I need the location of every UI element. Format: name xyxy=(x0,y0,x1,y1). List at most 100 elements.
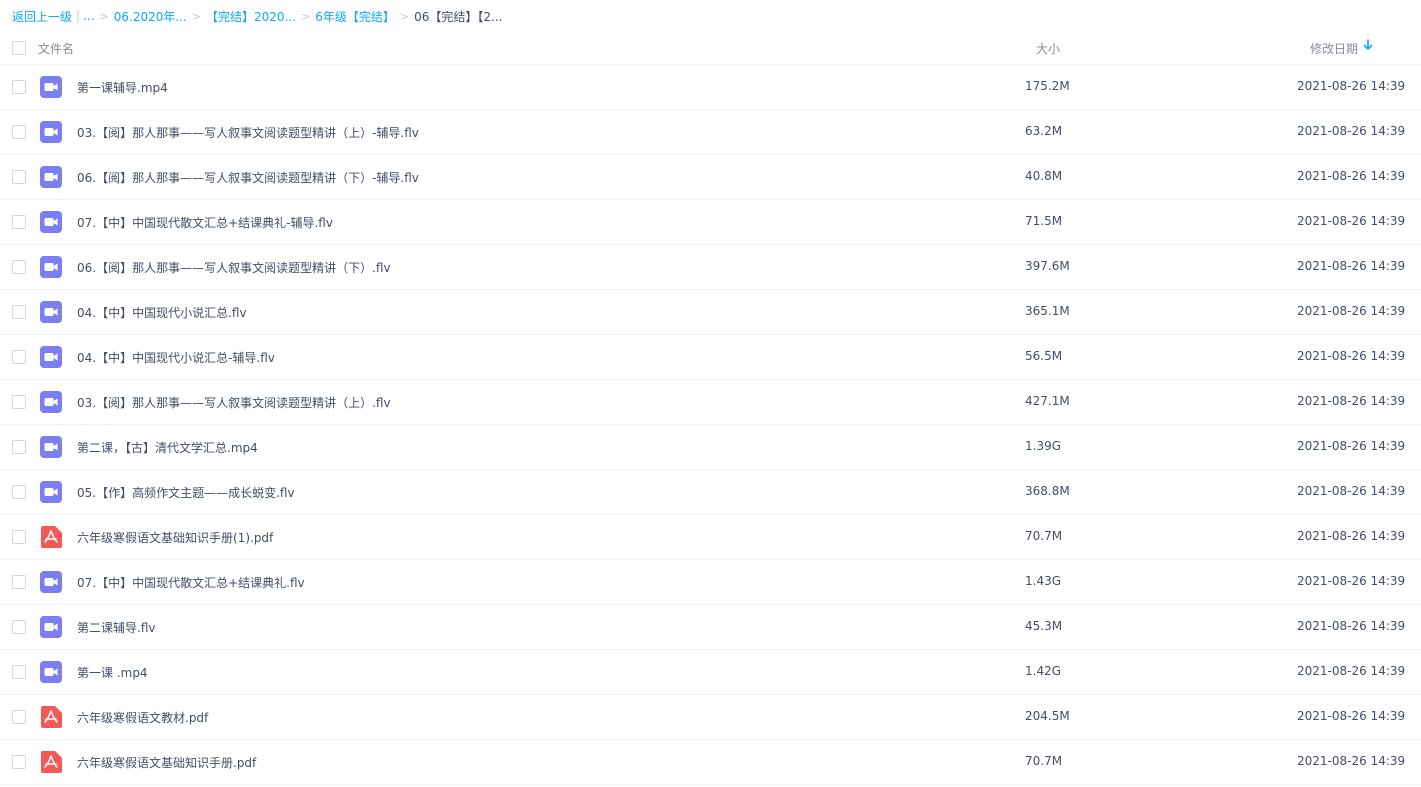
file-name[interactable]: 03.【阅】那人那事——写人叙事文阅读题型精讲（上）-辅导.flv xyxy=(77,124,419,141)
breadcrumb-item-3[interactable]: 6年级【完结】 xyxy=(315,8,395,25)
row-checkbox[interactable] xyxy=(12,80,26,94)
file-size: 1.42G xyxy=(1025,664,1062,678)
file-name[interactable]: 六年级寒假语文教材.pdf xyxy=(77,709,208,726)
file-list: 第一课辅导.mp4 175.2M 2021-08-26 14:39 03.【阅】… xyxy=(0,65,1421,785)
file-size: 1.43G xyxy=(1025,574,1062,588)
breadcrumb-divider: | xyxy=(76,9,81,23)
file-modified-date: 2021-08-26 14:39 xyxy=(1297,619,1406,633)
column-header-name[interactable]: 文件名 xyxy=(38,40,74,57)
pdf-file-icon xyxy=(41,751,62,773)
breadcrumb-item-1[interactable]: 06.2020年... xyxy=(114,8,187,25)
row-checkbox[interactable] xyxy=(12,260,26,274)
row-checkbox[interactable] xyxy=(12,395,26,409)
file-row[interactable]: 第一课 .mp4 1.42G 2021-08-26 14:39 xyxy=(0,650,1421,695)
file-modified-date: 2021-08-26 14:39 xyxy=(1297,709,1406,723)
pdf-file-icon xyxy=(41,526,62,548)
file-name[interactable]: 第一课 .mp4 xyxy=(77,664,148,681)
file-row[interactable]: 07.【中】中国现代散文汇总+结课典礼-辅导.flv 71.5M 2021-08… xyxy=(0,200,1421,245)
row-checkbox[interactable] xyxy=(12,755,26,769)
file-name[interactable]: 06.【阅】那人那事——写人叙事文阅读题型精讲（下）-辅导.flv xyxy=(77,169,419,186)
file-name[interactable]: 05.【作】高频作文主题——成长蜕变.flv xyxy=(77,484,295,501)
file-name[interactable]: 六年级寒假语文基础知识手册(1).pdf xyxy=(77,529,273,546)
video-file-icon xyxy=(40,256,62,278)
row-checkbox[interactable] xyxy=(12,620,26,634)
file-modified-date: 2021-08-26 14:39 xyxy=(1297,304,1406,318)
file-row[interactable]: 六年级寒假语文基础知识手册(1).pdf 70.7M 2021-08-26 14… xyxy=(0,515,1421,560)
file-list-header: 文件名 大小 修改日期 xyxy=(0,32,1421,65)
video-file-icon xyxy=(40,391,62,413)
breadcrumb-item-2[interactable]: 【完结】2020... xyxy=(206,8,296,25)
row-checkbox[interactable] xyxy=(12,485,26,499)
file-size: 63.2M xyxy=(1025,124,1063,138)
file-row[interactable]: 第二课辅导.flv 45.3M 2021-08-26 14:39 xyxy=(0,605,1421,650)
file-modified-date: 2021-08-26 14:39 xyxy=(1297,394,1406,408)
row-checkbox[interactable] xyxy=(12,440,26,454)
breadcrumb-ellipsis[interactable]: ... xyxy=(83,9,94,23)
video-file-icon xyxy=(40,481,62,503)
file-name[interactable]: 第二课辅导.flv xyxy=(77,619,155,636)
file-row[interactable]: 07.【中】中国现代散文汇总+结课典礼.flv 1.43G 2021-08-26… xyxy=(0,560,1421,605)
pdf-file-icon xyxy=(41,706,62,728)
file-row[interactable]: 第二课，【古】清代文学汇总.mp4 1.39G 2021-08-26 14:39 xyxy=(0,425,1421,470)
file-row[interactable]: 03.【阅】那人那事——写人叙事文阅读题型精讲（上）-辅导.flv 63.2M … xyxy=(0,110,1421,155)
file-modified-date: 2021-08-26 14:39 xyxy=(1297,124,1406,138)
video-file-icon xyxy=(40,346,62,368)
file-size: 365.1M xyxy=(1025,304,1070,318)
video-file-icon xyxy=(40,661,62,683)
file-size: 45.3M xyxy=(1025,619,1063,633)
row-checkbox[interactable] xyxy=(12,350,26,364)
file-name[interactable]: 03.【阅】那人那事——写人叙事文阅读题型精讲（上）.flv xyxy=(77,394,391,411)
video-file-icon xyxy=(40,166,62,188)
video-file-icon xyxy=(40,616,62,638)
file-row[interactable]: 04.【中】中国现代小说汇总-辅导.flv 56.5M 2021-08-26 1… xyxy=(0,335,1421,380)
row-checkbox[interactable] xyxy=(12,530,26,544)
file-row[interactable]: 六年级寒假语文基础知识手册.pdf 70.7M 2021-08-26 14:39 xyxy=(0,740,1421,785)
breadcrumb-separator: > xyxy=(399,9,410,23)
row-checkbox[interactable] xyxy=(12,125,26,139)
file-name[interactable]: 第二课，【古】清代文学汇总.mp4 xyxy=(77,439,258,456)
file-modified-date: 2021-08-26 14:39 xyxy=(1297,439,1406,453)
row-checkbox[interactable] xyxy=(12,305,26,319)
file-name[interactable]: 06.【阅】那人那事——写人叙事文阅读题型精讲（下）.flv xyxy=(77,259,391,276)
row-checkbox[interactable] xyxy=(12,575,26,589)
file-size: 40.8M xyxy=(1025,169,1063,183)
file-modified-date: 2021-08-26 14:39 xyxy=(1297,214,1406,228)
file-name[interactable]: 04.【中】中国现代小说汇总.flv xyxy=(77,304,247,321)
file-row[interactable]: 05.【作】高频作文主题——成长蜕变.flv 368.8M 2021-08-26… xyxy=(0,470,1421,515)
row-checkbox[interactable] xyxy=(12,710,26,724)
file-name[interactable]: 07.【中】中国现代散文汇总+结课典礼.flv xyxy=(77,574,305,591)
file-name[interactable]: 六年级寒假语文基础知识手册.pdf xyxy=(77,754,256,771)
file-row[interactable]: 03.【阅】那人那事——写人叙事文阅读题型精讲（上）.flv 427.1M 20… xyxy=(0,380,1421,425)
file-size: 70.7M xyxy=(1025,754,1063,768)
file-row[interactable]: 06.【阅】那人那事——写人叙事文阅读题型精讲（下）.flv 397.6M 20… xyxy=(0,245,1421,290)
file-row[interactable]: 04.【中】中国现代小说汇总.flv 365.1M 2021-08-26 14:… xyxy=(0,290,1421,335)
row-checkbox[interactable] xyxy=(12,665,26,679)
file-size: 204.5M xyxy=(1025,709,1070,723)
breadcrumb-separator: > xyxy=(191,9,202,23)
file-modified-date: 2021-08-26 14:39 xyxy=(1297,349,1406,363)
file-size: 56.5M xyxy=(1025,349,1063,363)
breadcrumb-current: 06【完结】【2... xyxy=(414,9,503,24)
row-checkbox[interactable] xyxy=(12,170,26,184)
file-modified-date: 2021-08-26 14:39 xyxy=(1297,529,1406,543)
row-checkbox[interactable] xyxy=(12,215,26,229)
video-file-icon xyxy=(40,571,62,593)
file-size: 368.8M xyxy=(1025,484,1070,498)
file-modified-date: 2021-08-26 14:39 xyxy=(1297,664,1406,678)
file-row[interactable]: 六年级寒假语文教材.pdf 204.5M 2021-08-26 14:39 xyxy=(0,695,1421,740)
column-header-modified[interactable]: 修改日期 xyxy=(1310,40,1358,57)
back-link[interactable]: 返回上一级 xyxy=(12,8,72,25)
file-size: 71.5M xyxy=(1025,214,1063,228)
file-row[interactable]: 06.【阅】那人那事——写人叙事文阅读题型精讲（下）-辅导.flv 40.8M … xyxy=(0,155,1421,200)
file-name[interactable]: 第一课辅导.mp4 xyxy=(77,79,168,96)
sort-descending-arrow-icon[interactable] xyxy=(1363,38,1373,52)
video-file-icon xyxy=(40,121,62,143)
file-name[interactable]: 04.【中】中国现代小说汇总-辅导.flv xyxy=(77,349,275,366)
file-modified-date: 2021-08-26 14:39 xyxy=(1297,754,1406,768)
column-header-size[interactable]: 大小 xyxy=(1036,40,1060,57)
select-all-checkbox[interactable] xyxy=(12,41,26,55)
file-row[interactable]: 第一课辅导.mp4 175.2M 2021-08-26 14:39 xyxy=(0,65,1421,110)
file-name[interactable]: 07.【中】中国现代散文汇总+结课典礼-辅导.flv xyxy=(77,214,333,231)
breadcrumb-separator: > xyxy=(99,9,109,23)
video-file-icon xyxy=(40,211,62,233)
